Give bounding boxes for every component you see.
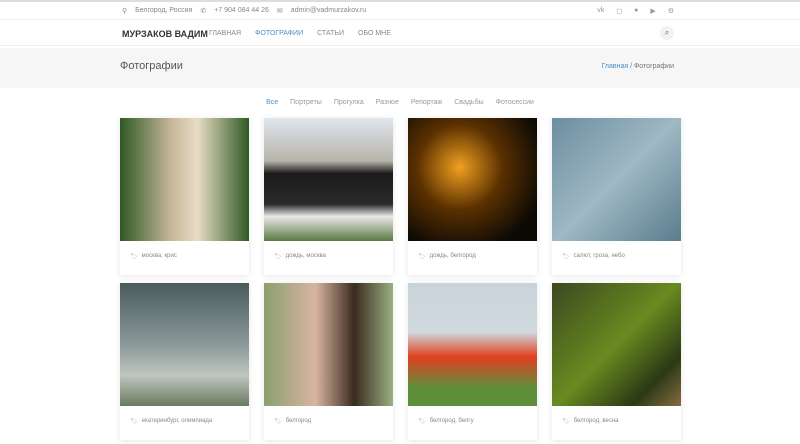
photo-tags: 🏷 белгород: [264, 406, 393, 437]
location-icon: ⚲: [122, 8, 128, 15]
filter-portraits[interactable]: Портреты: [290, 99, 322, 106]
photo-tags: 🏷 белгород, весна: [552, 406, 681, 437]
page-header: Фотографии Главная / Фотографии: [0, 48, 800, 88]
photo-filters: Все Портреты Прогулка Разное Репортаж Св…: [0, 99, 800, 106]
email-icon: ✉: [276, 8, 283, 15]
filter-weddings[interactable]: Свадьбы: [454, 99, 483, 106]
nav-photos[interactable]: ФОТОГРАФИИ: [255, 30, 303, 37]
tag-icon: 🏷: [562, 254, 570, 260]
top-bar: ⚲ Белгород, Россия ✆ +7 904 084 44 26 ✉ adm…: [0, 0, 800, 20]
photo-tags: 🏷 дождь, белгород: [408, 241, 537, 272]
photo-tags: 🏷 екатеринбург, олимпиада: [120, 406, 249, 437]
breadcrumb-current: Фотографии: [633, 63, 674, 70]
photo-tags: 🏷 москва, крис: [120, 241, 249, 272]
email-link[interactable]: admin@vadmurzakov.ru: [291, 7, 366, 15]
main-nav: МУРЗАКОВ ВАДИМ ГЛАВНАЯ ФОТОГРАФИИ СТАТЬИ…: [0, 21, 800, 46]
tag-icon: 🏷: [130, 419, 138, 425]
tag-icon: 🏷: [130, 254, 138, 260]
filter-misc[interactable]: Разное: [376, 99, 399, 106]
instagram-icon[interactable]: ◻: [616, 7, 622, 15]
nav-home[interactable]: ГЛАВНАЯ: [209, 30, 241, 37]
photo-image[interactable]: [408, 283, 537, 406]
tag-icon: 🏷: [418, 419, 426, 425]
search-icon: ⌕: [664, 28, 670, 37]
tag-icon: 🏷: [274, 419, 282, 425]
tags-text[interactable]: екатеринбург, олимпиада: [142, 418, 213, 425]
photo-image[interactable]: [408, 118, 537, 241]
tag-icon: 🏷: [562, 419, 570, 425]
photo-card[interactable]: 🏷 дождь, москва: [264, 118, 393, 275]
tags-text[interactable]: салют, гроза, небо: [574, 253, 625, 260]
tags-text[interactable]: белгород: [286, 418, 311, 425]
photo-card[interactable]: 🏷 белгород, весна: [552, 283, 681, 440]
photo-image[interactable]: [120, 118, 249, 241]
nav-articles[interactable]: СТАТЬИ: [317, 30, 344, 37]
pinterest-icon[interactable]: ●: [634, 7, 638, 15]
filter-all[interactable]: Все: [266, 99, 278, 106]
tag-icon: 🏷: [274, 254, 282, 260]
photo-card[interactable]: 🏷 москва, крис: [120, 118, 249, 275]
location-text: Белгород, Россия: [135, 7, 193, 14]
nav-about[interactable]: ОБО МНЕ: [358, 30, 391, 37]
photo-tags: 🏷 дождь, москва: [264, 241, 393, 272]
tag-icon: 🏷: [418, 254, 426, 260]
site-brand[interactable]: МУРЗАКОВ ВАДИМ: [122, 29, 208, 39]
phone-icon: ✆: [200, 8, 207, 15]
tags-text[interactable]: белгород, весна: [574, 418, 619, 425]
filter-photosessions[interactable]: Фотосессии: [496, 99, 534, 106]
photo-card[interactable]: 🏷 дождь, белгород: [408, 118, 537, 275]
photo-image[interactable]: [552, 283, 681, 406]
photo-tags: 🏷 салют, гроза, небо: [552, 241, 681, 272]
photo-card[interactable]: 🏷 екатеринбург, олимпиада: [120, 283, 249, 440]
filter-reportage[interactable]: Репортаж: [411, 99, 442, 106]
vk-icon[interactable]: vk: [597, 7, 604, 15]
photo-image[interactable]: [120, 283, 249, 406]
photo-image[interactable]: [552, 118, 681, 241]
tags-text[interactable]: дождь, белгород: [430, 253, 476, 260]
photo-image[interactable]: [264, 283, 393, 406]
filter-walk[interactable]: Прогулка: [334, 99, 364, 106]
breadcrumb-home[interactable]: Главная: [601, 63, 628, 70]
breadcrumb: Главная / Фотографии: [601, 63, 674, 70]
social-icon[interactable]: ⚙: [668, 7, 674, 15]
page-title: Фотографии: [120, 60, 183, 72]
search-button[interactable]: ⌕: [660, 26, 674, 40]
tags-text[interactable]: белгород, белгу: [430, 418, 474, 425]
tags-text[interactable]: москва, крис: [142, 253, 177, 260]
photo-image[interactable]: [264, 118, 393, 241]
tags-text[interactable]: дождь, москва: [286, 253, 326, 260]
photo-tags: 🏷 белгород, белгу: [408, 406, 537, 437]
photo-card[interactable]: 🏷 белгород: [264, 283, 393, 440]
youtube-icon[interactable]: ▶: [650, 7, 655, 15]
photo-card[interactable]: 🏷 салют, гроза, небо: [552, 118, 681, 275]
photo-card[interactable]: 🏷 белгород, белгу: [408, 283, 537, 440]
phone-link[interactable]: +7 904 084 44 26: [214, 7, 269, 15]
